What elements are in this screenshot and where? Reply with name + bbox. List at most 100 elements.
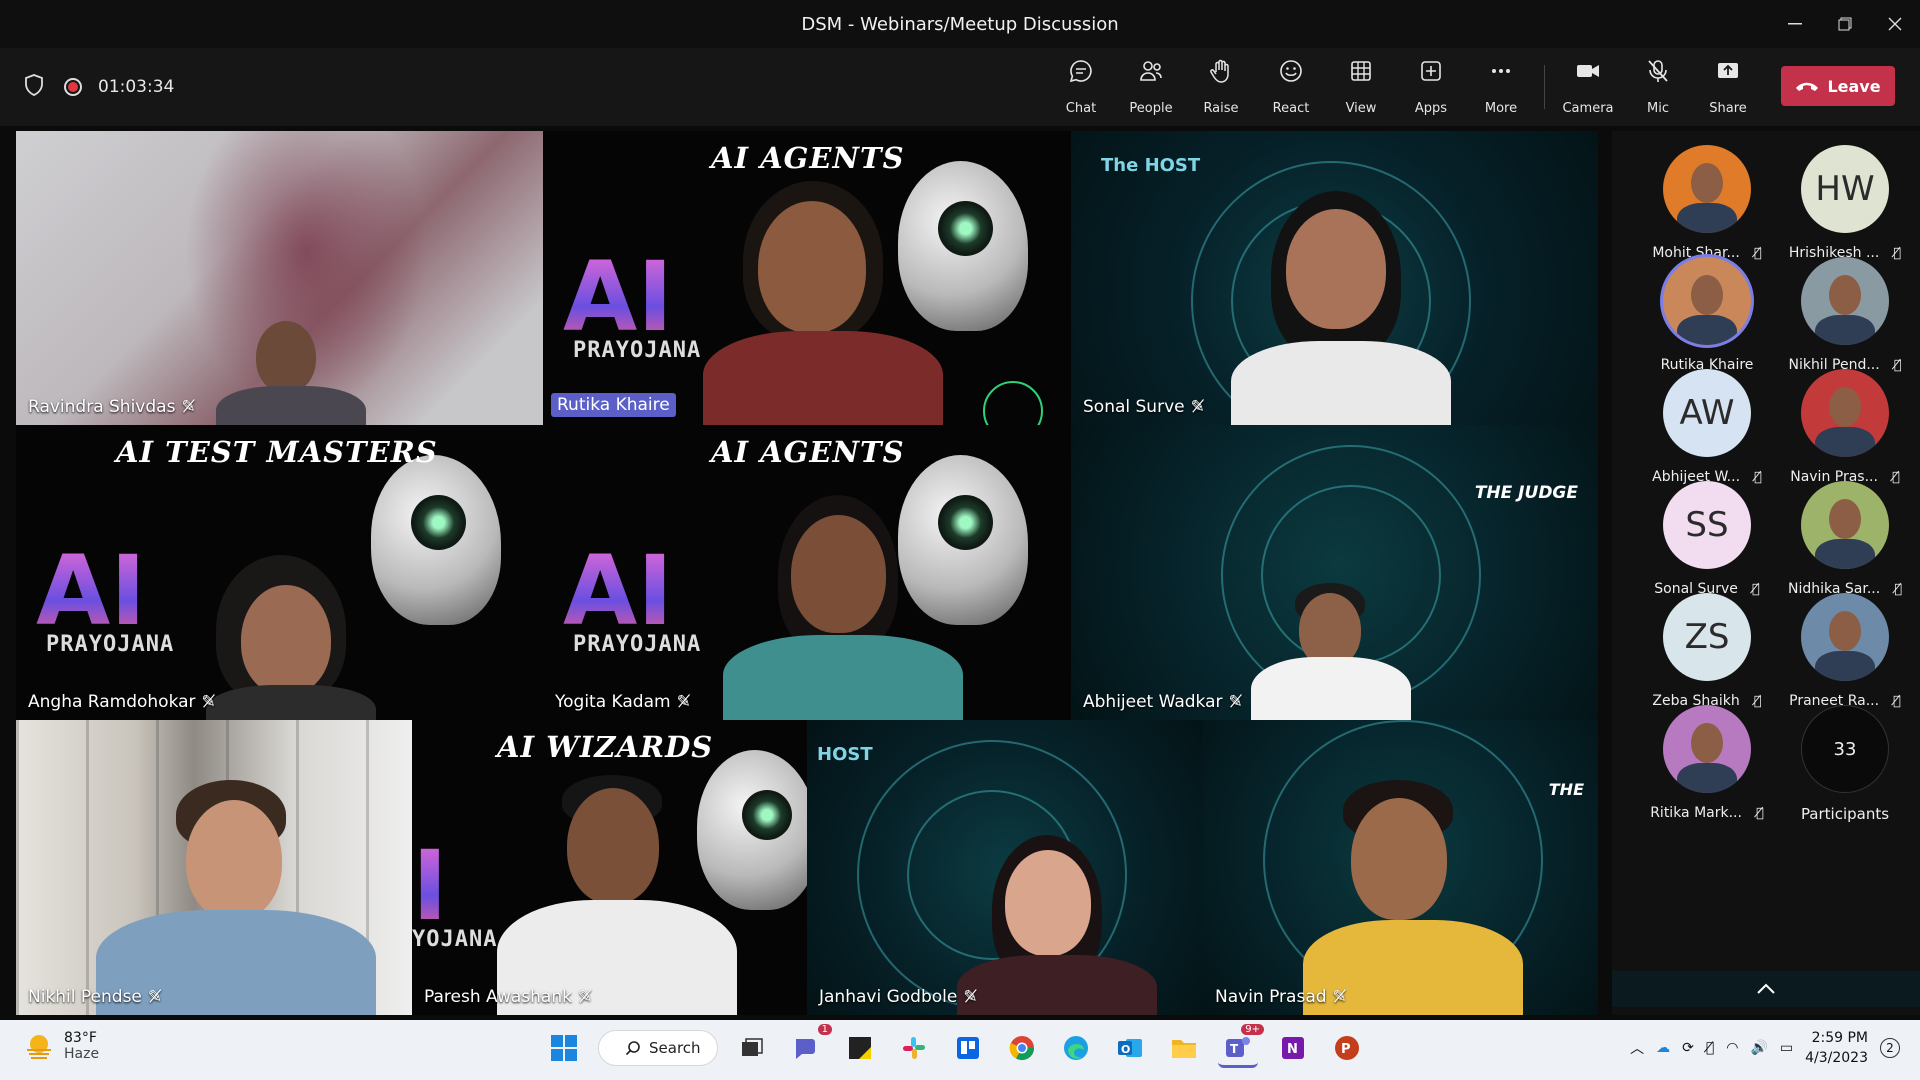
collapse-panel-button[interactable]: [1612, 971, 1920, 1007]
video-tile[interactable]: Nikhil Pendse ✎̸: [16, 720, 412, 1015]
react-button[interactable]: React: [1256, 58, 1326, 116]
notification-count[interactable]: 2: [1880, 1038, 1900, 1058]
share-icon: [1718, 63, 1738, 78]
participant-item[interactable]: Nidhika Sar... 🎙̸: [1775, 481, 1915, 611]
people-button[interactable]: People: [1116, 58, 1186, 116]
participant-name: Paresh Awashank ✎̸: [424, 987, 593, 1007]
mic-button[interactable]: Mic: [1623, 58, 1693, 116]
onenote-app[interactable]: N: [1272, 1028, 1312, 1068]
overlay-tag: THE JUDGE: [1474, 483, 1578, 503]
mic-off-icon: ✎̸: [147, 987, 163, 1007]
toolbar-divider: [1544, 65, 1545, 109]
start-button[interactable]: [544, 1028, 584, 1068]
video-tile[interactable]: AI TEST MASTERS AI PRAYOJANA Angha Ramdo…: [16, 425, 543, 720]
camera-button[interactable]: Camera: [1553, 58, 1623, 116]
participant-item[interactable]: Nikhil Pend... 🎙̸: [1775, 257, 1915, 387]
close-button[interactable]: [1870, 0, 1920, 48]
chat-button[interactable]: Chat: [1046, 58, 1116, 116]
avatar: [1663, 705, 1751, 793]
outlook-app[interactable]: O: [1110, 1028, 1150, 1068]
battery-icon[interactable]: ▭: [1780, 1040, 1793, 1056]
mic-off-icon: ✎̸: [181, 397, 196, 417]
svg-text:N: N: [1287, 1042, 1298, 1057]
participant-name: Nikhil Pendse ✎̸: [28, 987, 163, 1007]
edge-icon: [1064, 1036, 1088, 1060]
mic-off-icon: [1648, 60, 1668, 82]
banner-text: AI WIZARDS: [497, 730, 714, 764]
smiley-icon: [1280, 60, 1302, 82]
avatar: [1801, 369, 1889, 457]
more-participants-button[interactable]: 33 Participants: [1775, 705, 1915, 835]
outlook-icon: O: [1118, 1039, 1142, 1057]
view-button[interactable]: View: [1326, 58, 1396, 116]
participant-item[interactable]: Rutika Khaire: [1637, 257, 1777, 387]
weather-widget[interactable]: 83°F Haze: [24, 1030, 99, 1062]
participant-name: Ravindra Shivdas ✎̸: [28, 397, 196, 417]
people-icon: [1140, 61, 1162, 81]
video-tile[interactable]: AI AGENTS AI PRAYOJANA Yogita Kadam ✎̸: [543, 425, 1071, 720]
participant-item[interactable]: Mohit Shar... 🎙̸: [1637, 145, 1777, 275]
banner-text: AI AGENTS: [711, 141, 905, 175]
video-tile[interactable]: AI WIZARDS I YOJANA Paresh Awashank ✎̸: [412, 720, 807, 1015]
participant-name: Angha Ramdohokar ✎̸: [28, 692, 216, 712]
apps-button[interactable]: Apps: [1396, 58, 1466, 116]
taskbar-search[interactable]: Search: [598, 1030, 718, 1066]
window-controls: [1770, 0, 1920, 48]
taskbar-clock[interactable]: 2:59 PM 4/3/2023: [1805, 1028, 1868, 1068]
video-tile[interactable]: The HOST Sonal Surve ✎̸: [1071, 131, 1598, 425]
video-tile[interactable]: AI AGENTS AI PRAYOJANA Rutika Khaire: [543, 131, 1071, 425]
teams-chat-app[interactable]: 1: [786, 1024, 832, 1068]
leave-button[interactable]: Leave: [1781, 66, 1895, 106]
chevron-up-icon: [1757, 983, 1775, 994]
video-tile[interactable]: HOST Janhavi Godbole ✎̸: [807, 720, 1203, 1015]
participant-item[interactable]: HW Hrishikesh ... 🎙̸: [1775, 145, 1915, 275]
chat-app-icon: [796, 1039, 815, 1059]
add-app-icon: [1421, 61, 1441, 81]
video-grid: Ravindra Shivdas ✎̸ AI AGENTS AI PRAYOJAN…: [16, 131, 1598, 1015]
avatar: SS: [1663, 481, 1751, 569]
more-button[interactable]: More: [1466, 58, 1536, 116]
participant-item[interactable]: Navin Pras... 🎙̸: [1775, 369, 1915, 499]
mic-muted-tray-icon[interactable]: 🎙̸: [1706, 1040, 1714, 1056]
volume-icon[interactable]: 🔊: [1750, 1040, 1767, 1056]
meeting-toolbar: 01:03:34 Chat People Raise React View Ap…: [0, 48, 1920, 126]
powerpoint-app[interactable]: P: [1326, 1028, 1366, 1068]
sync-icon[interactable]: ⟳: [1682, 1040, 1694, 1056]
task-view-icon: [742, 1038, 763, 1056]
video-tile[interactable]: THE Navin Prasad ✎̸: [1203, 720, 1598, 1015]
sticky-notes-app[interactable]: [840, 1028, 880, 1068]
shield-icon[interactable]: [24, 74, 44, 100]
raise-hand-button[interactable]: Raise: [1186, 58, 1256, 116]
onedrive-icon[interactable]: ☁: [1656, 1040, 1670, 1056]
wifi-icon[interactable]: ◠: [1726, 1040, 1738, 1056]
windows-icon: [551, 1035, 577, 1061]
minimize-button[interactable]: [1770, 0, 1820, 48]
file-explorer-app[interactable]: [1164, 1028, 1204, 1068]
participant-item[interactable]: ZS Zeba Shaikh 🎙̸: [1637, 593, 1777, 723]
chevron-up-icon[interactable]: ︿: [1630, 1038, 1644, 1058]
logo-subtitle: PRAYOJANA: [573, 632, 702, 657]
task-view-button[interactable]: [732, 1028, 772, 1068]
participant-item[interactable]: AW Abhijeet W... 🎙̸: [1637, 369, 1777, 499]
toolbar-buttons: Chat People Raise React View Apps More C…: [1046, 58, 1763, 116]
participant-name: Navin Prasad ✎̸: [1215, 987, 1347, 1007]
participant-item[interactable]: Praneet Ra... 🎙̸: [1775, 593, 1915, 723]
share-button[interactable]: Share: [1693, 58, 1763, 116]
participant-item[interactable]: SS Sonal Surve 🎙̸: [1637, 481, 1777, 611]
mic-off-icon: ✎̸: [963, 987, 978, 1007]
avatar: [1663, 145, 1751, 233]
mic-off-icon: ✎̸: [1332, 987, 1347, 1007]
restore-button[interactable]: [1820, 0, 1870, 48]
edge-app[interactable]: [1056, 1028, 1096, 1068]
video-tile[interactable]: Ravindra Shivdas ✎̸: [16, 131, 543, 425]
avatar: HW: [1801, 145, 1889, 233]
recording-icon: [64, 78, 82, 96]
teams-app[interactable]: T 9+: [1218, 1024, 1264, 1068]
slack-app[interactable]: [894, 1028, 934, 1068]
video-tile[interactable]: THE JUDGE Abhijeet Wadkar ✎̸: [1071, 425, 1598, 720]
trello-app[interactable]: [948, 1028, 988, 1068]
participant-item[interactable]: Ritika Mark... 🎙̸: [1637, 705, 1777, 835]
svg-text:T: T: [1230, 1042, 1239, 1056]
slack-icon: [903, 1037, 925, 1059]
chrome-app[interactable]: [1002, 1028, 1042, 1068]
